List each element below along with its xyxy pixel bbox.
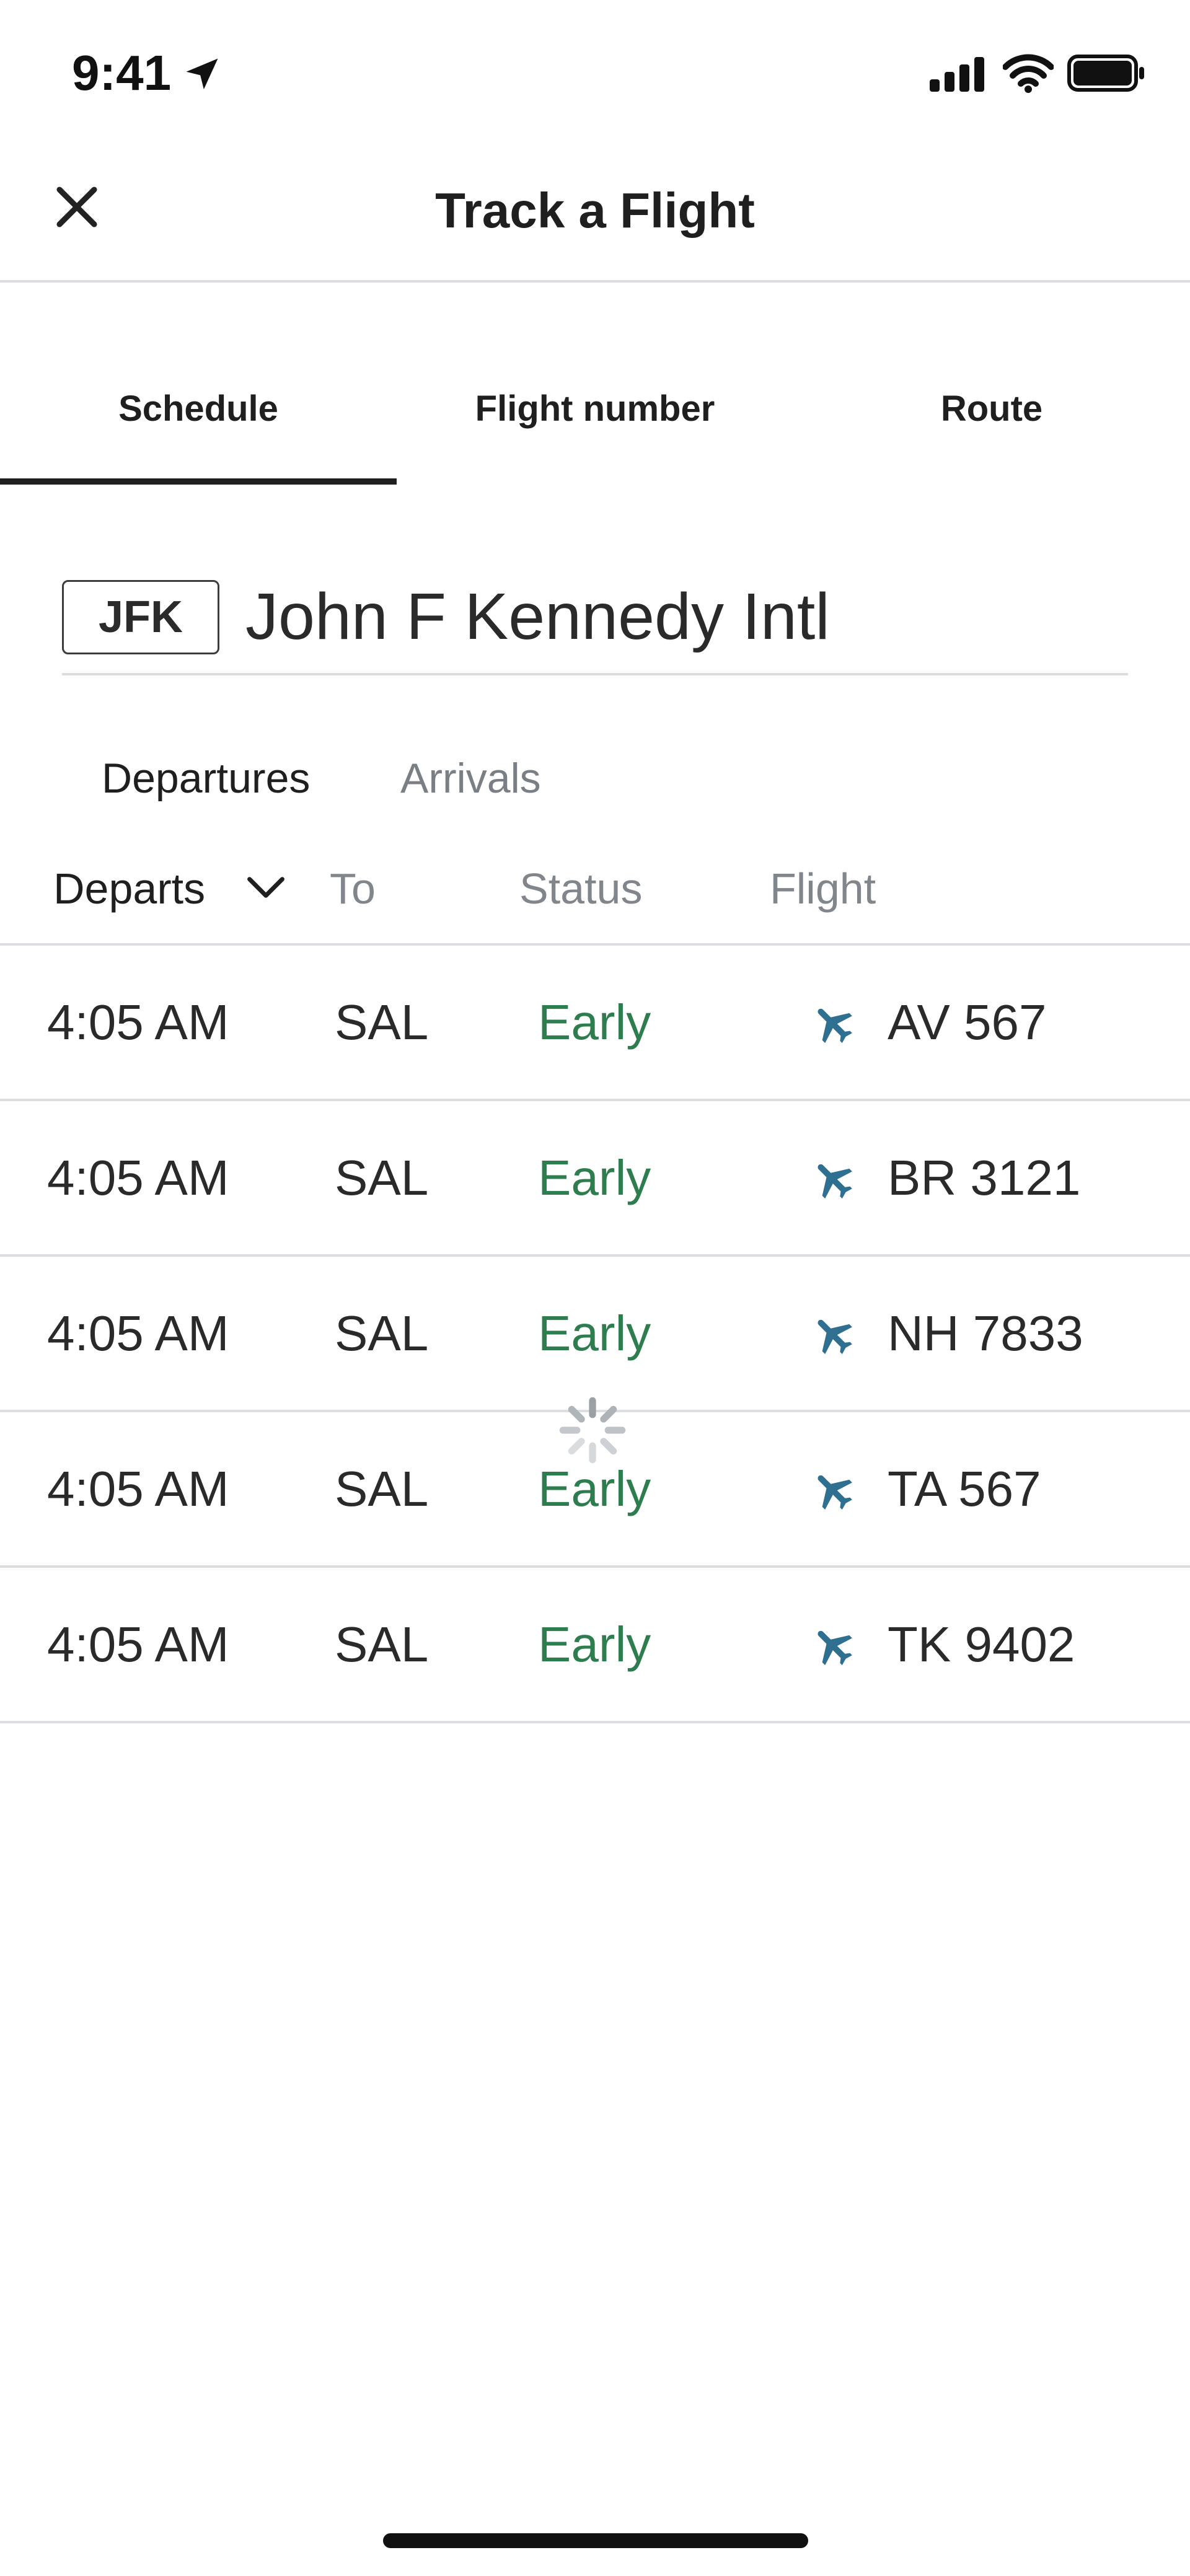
chevron-down-icon[interactable] <box>245 874 286 901</box>
wifi-icon <box>1003 54 1054 93</box>
page-title: Track a Flight <box>435 183 755 238</box>
airplane-icon <box>818 1008 852 1044</box>
tab-arrivals[interactable]: Arrivals <box>400 752 541 804</box>
destination-code: SAL <box>335 1461 429 1516</box>
loading-spinner-icon <box>559 1397 626 1464</box>
flight-number: TK 9402 <box>888 1617 1075 1672</box>
status-bar-time: 9:41 <box>72 45 172 100</box>
tab-departures[interactable]: Departures <box>102 752 310 804</box>
destination-code: SAL <box>335 1617 429 1672</box>
flight-row[interactable]: 4:05 AM SAL Early BR 3121 <box>0 1101 1190 1257</box>
departure-time: 4:05 AM <box>47 1150 229 1205</box>
column-header-flight: Flight <box>770 864 876 913</box>
column-header-to: To <box>330 864 376 913</box>
column-header-status: Status <box>519 864 643 913</box>
airport-name: John F Kennedy Intl <box>245 580 830 653</box>
flight-number: BR 3121 <box>888 1150 1081 1205</box>
column-header-departs[interactable]: Departs <box>53 863 205 915</box>
row-divider <box>0 1721 1190 1723</box>
flight-row[interactable]: 4:05 AM SAL Early TK 9402 <box>0 1568 1190 1723</box>
departure-time: 4:05 AM <box>47 995 229 1050</box>
flight-status: Early <box>538 1150 651 1205</box>
destination-code: SAL <box>335 995 429 1050</box>
battery-icon <box>1067 55 1144 92</box>
header-divider <box>0 280 1190 283</box>
tab-route[interactable]: Route <box>793 378 1190 440</box>
departure-time: 4:05 AM <box>47 1461 229 1516</box>
destination-code: SAL <box>335 1306 429 1361</box>
flight-row[interactable]: 4:05 AM SAL Early AV 567 <box>0 946 1190 1101</box>
departure-time: 4:05 AM <box>47 1306 229 1361</box>
airplane-icon <box>818 1164 852 1199</box>
tab-selected-indicator <box>0 478 397 485</box>
airplane-icon <box>818 1630 852 1666</box>
airplane-icon <box>818 1475 852 1510</box>
destination-code: SAL <box>335 1150 429 1205</box>
home-indicator[interactable] <box>383 2533 808 2548</box>
location-arrow-icon <box>186 58 218 90</box>
cellular-signal-icon <box>930 57 984 92</box>
airplane-icon <box>818 1319 852 1355</box>
departure-time: 4:05 AM <box>47 1617 229 1672</box>
flight-number: TA 567 <box>888 1461 1041 1516</box>
flight-row[interactable]: 4:05 AM SAL Early NH 7833 <box>0 1257 1190 1412</box>
flight-status: Early <box>538 1617 651 1672</box>
flight-number: NH 7833 <box>888 1306 1083 1361</box>
tab-flight-number[interactable]: Flight number <box>397 378 793 440</box>
flight-status: Early <box>538 995 651 1050</box>
airport-field-underline <box>62 673 1128 675</box>
flight-status: Early <box>538 1306 651 1361</box>
tab-schedule[interactable]: Schedule <box>0 378 397 440</box>
airport-code-chip: JFK <box>62 580 219 654</box>
flight-number: AV 567 <box>888 995 1047 1050</box>
